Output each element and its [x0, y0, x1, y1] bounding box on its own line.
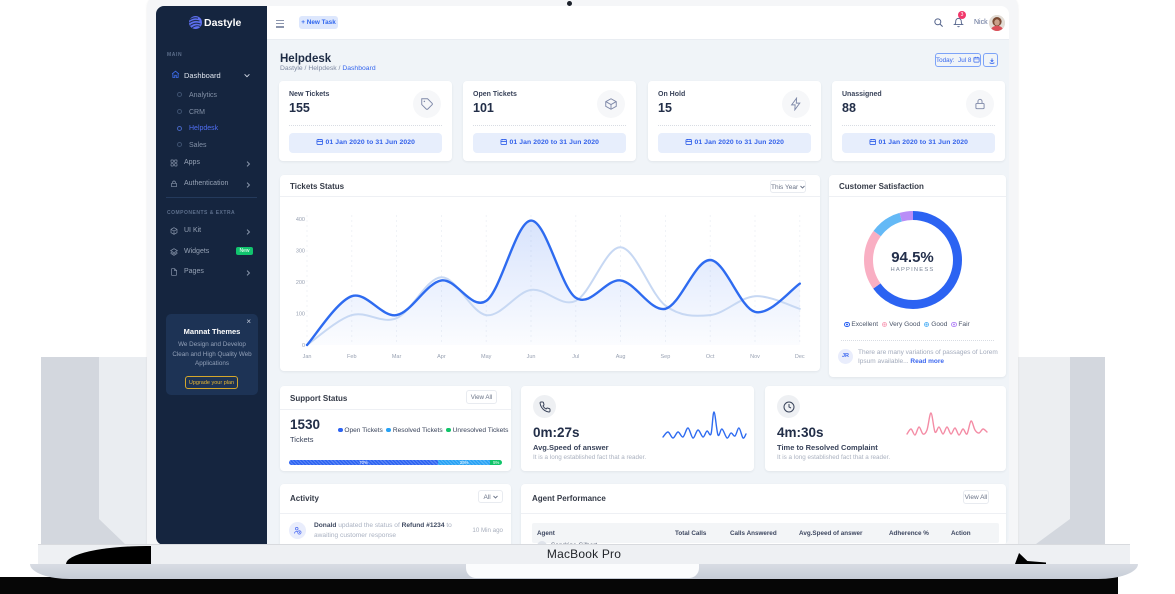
svg-text:200: 200	[296, 280, 305, 286]
svg-text:Dec: Dec	[795, 354, 805, 360]
svg-text:Oct: Oct	[706, 354, 715, 360]
svg-text:Mar: Mar	[392, 354, 402, 360]
svg-text:Jun: Jun	[527, 354, 536, 360]
svg-text:Sep: Sep	[661, 354, 671, 360]
svg-text:Feb: Feb	[347, 354, 356, 360]
svg-text:May: May	[481, 354, 492, 360]
svg-text:Apr: Apr	[437, 354, 446, 360]
svg-text:400: 400	[296, 217, 305, 223]
svg-text:0: 0	[302, 343, 305, 349]
svg-text:Jan: Jan	[303, 354, 312, 360]
svg-text:100: 100	[296, 312, 305, 318]
svg-text:300: 300	[296, 249, 305, 255]
svg-text:Aug: Aug	[616, 354, 626, 360]
svg-text:Nov: Nov	[750, 354, 760, 360]
svg-text:Jul: Jul	[572, 354, 579, 360]
